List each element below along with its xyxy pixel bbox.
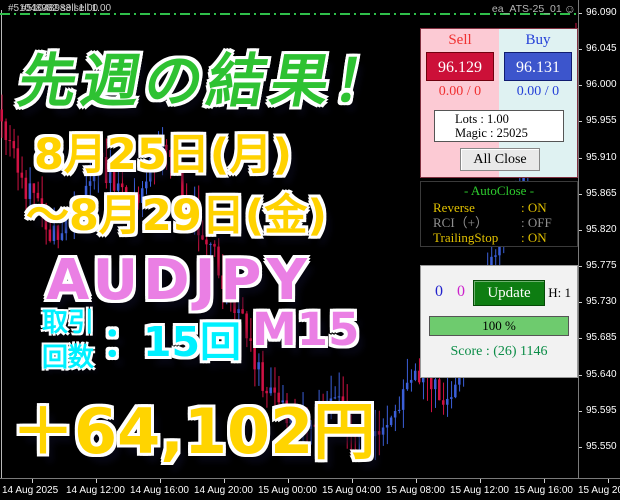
price-axis-label: 95.730 <box>586 296 617 307</box>
update-panel: 0 0 Update H: 1 100 % Score : (26) 1146 <box>420 265 578 378</box>
buy-header: Buy <box>499 32 577 49</box>
price-axis-label: 95.685 <box>586 332 617 343</box>
price-tick <box>579 230 582 231</box>
lots-magic-box: Lots : 1.00 Magic : 25025 <box>434 110 564 142</box>
sell-header: Sell <box>421 32 499 49</box>
price-tick <box>579 49 582 50</box>
time-tick <box>544 479 545 483</box>
time-axis-label: 15 Aug 08:00 <box>386 485 445 496</box>
score-text: Score : (26) 1146 <box>421 344 577 360</box>
time-axis-label: 15 Aug 04:00 <box>322 485 381 496</box>
price-tick <box>579 447 582 448</box>
price-axis-label: 96.000 <box>586 79 617 90</box>
time-tick <box>96 479 97 483</box>
buy-button[interactable]: 96.131 <box>504 52 572 81</box>
price-axis-label: 95.820 <box>586 224 617 235</box>
count-blue: 0 <box>435 283 443 301</box>
autoclose-row: RCI（+）: OFF <box>421 215 577 230</box>
time-tick <box>160 479 161 483</box>
update-button[interactable]: Update <box>473 280 545 306</box>
overlay-trades-label: 取引 回数 <box>42 306 94 376</box>
time-axis-label: 15 Aug 12:00 <box>450 485 509 496</box>
h-counter: H: 1 <box>548 285 571 301</box>
price-tick <box>579 266 582 267</box>
time-axis[interactable]: 14 Aug 2025 14 Aug 12:00 14 Aug 16:00 14 Au… <box>0 478 620 500</box>
price-axis-label: 95.910 <box>586 152 617 163</box>
price-tick <box>579 411 582 412</box>
time-tick <box>224 479 225 483</box>
all-close-button[interactable]: All Close <box>460 148 540 171</box>
price-tick <box>579 194 582 195</box>
time-axis-label: 14 Aug 16:00 <box>130 485 189 496</box>
time-axis-label: 15 Aug 20:00 <box>578 485 620 496</box>
sell-stats: 0.00 / 0 <box>421 84 499 100</box>
overlay-date-line1: 8月25日(月) <box>34 120 292 182</box>
price-tick <box>579 375 582 376</box>
overlay-trades-value: ：15回 <box>102 308 241 368</box>
price-tick <box>579 338 582 339</box>
autoclose-panel: - AutoClose - Reverse: ONRCI（+）: OFFTrai… <box>420 181 578 247</box>
time-axis-label: 14 Aug 12:00 <box>66 485 125 496</box>
price-tick <box>579 85 582 86</box>
overlay-timeframe: M15 <box>252 303 359 356</box>
ea-title: ea_ATS-25_01 ☺ <box>492 3 576 15</box>
update-row: 0 0 Update H: 1 <box>421 280 577 306</box>
autoclose-value: : ON <box>521 230 547 245</box>
price-axis-label: 96.090 <box>586 7 617 18</box>
price-axis-label: 95.595 <box>586 405 617 416</box>
buy-stats: 0.00 / 0 <box>499 84 577 100</box>
autoclose-title: - AutoClose - <box>421 183 577 199</box>
autoclose-label: TrailingStop <box>433 230 521 245</box>
count-magenta: 0 <box>457 283 465 301</box>
price-tick <box>579 121 582 122</box>
autoclose-value: : ON <box>521 200 547 215</box>
price-axis[interactable]: 96.090 96.045 96.000 95.955 95.910 95.865 95.8… <box>578 0 620 478</box>
overlay-title: 先週の結果！ <box>13 34 406 118</box>
time-tick <box>480 479 481 483</box>
trade-panel: Sell 96.129 0.00 / 0 Buy 96.131 0.00 / 0… <box>420 28 578 178</box>
price-axis-label: 95.775 <box>586 260 617 271</box>
time-axis-label: 14 Aug 2025 <box>2 485 58 496</box>
progress-bar: 100 % <box>429 316 569 336</box>
time-axis-label: 15 Aug 16:00 <box>514 485 573 496</box>
ea-smiley-icon[interactable]: ☺ <box>564 3 576 15</box>
lots-value: Lots : 1.00 <box>455 112 563 126</box>
price-tick <box>579 302 582 303</box>
time-axis-label: 15 Aug 00:00 <box>258 485 317 496</box>
autoclose-label: Reverse <box>433 200 521 215</box>
time-tick <box>352 479 353 483</box>
price-axis-label: 96.045 <box>586 43 617 54</box>
time-tick <box>288 479 289 483</box>
sell-button[interactable]: 96.129 <box>426 52 494 81</box>
autoclose-row: Reverse: ON <box>421 200 577 215</box>
mt4-chart-window: #51048982 sell 1.00 #51048983 sell 1.00 … <box>0 0 620 500</box>
price-tick <box>579 13 582 14</box>
time-axis-label: 14 Aug 20:00 <box>194 485 253 496</box>
price-tick <box>579 158 582 159</box>
overlay-profit: ＋64,102円 <box>12 381 375 471</box>
magic-value: Magic : 25025 <box>455 126 563 140</box>
autoclose-row: TrailingStop: ON <box>421 230 577 245</box>
autoclose-label: RCI（+） <box>433 215 521 230</box>
ea-name-text: ea_ATS-25_01 <box>492 3 562 15</box>
time-tick <box>416 479 417 483</box>
price-axis-label: 95.640 <box>586 369 617 380</box>
time-tick <box>32 479 33 483</box>
price-axis-label: 95.955 <box>586 115 617 126</box>
time-tick <box>608 479 609 483</box>
order-line-label: #51048983 sell 1.00 <box>21 3 111 14</box>
price-axis-label: 95.550 <box>586 441 617 452</box>
overlay-date-line2: 〜8月29日(金) <box>26 181 327 243</box>
price-axis-label: 95.865 <box>586 188 617 199</box>
autoclose-value: : OFF <box>521 215 552 230</box>
